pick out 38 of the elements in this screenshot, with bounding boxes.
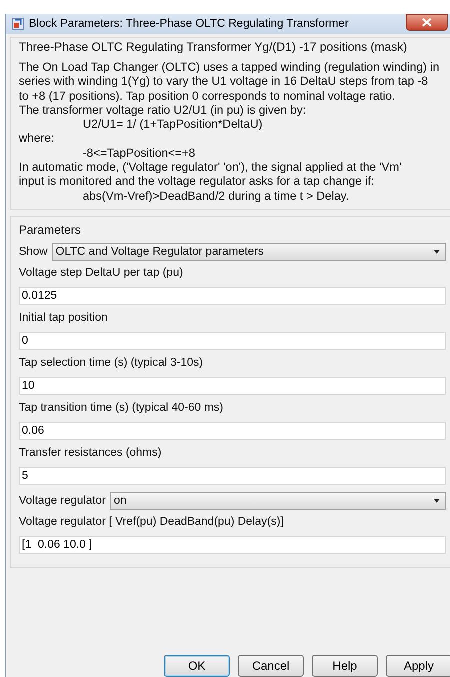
parameter-label: Voltage regulator (19, 494, 106, 507)
input-field[interactable]: [1 0.06 10.0 ] (19, 536, 446, 554)
close-button[interactable] (406, 14, 448, 31)
description-line: -8<=TapPosition<=+8 (82, 146, 196, 160)
dialog-button[interactable]: Cancel (238, 655, 304, 677)
parameter-label: Voltage regulator [ Vref(pu) DeadBand(pu) Delay(s)] (19, 516, 285, 528)
description-line: series with winding 1(Yg) to vary the U1 voltage in 16 DeltaU steps from tap -8 (19, 74, 430, 89)
dialog-button[interactable]: Apply (386, 655, 450, 677)
description-line: U2/U1= 1/ (1+TapPosition*DeltaU) (82, 117, 264, 132)
parameter-label: Initial tap position (19, 312, 109, 324)
input-field[interactable]: 0.0125 (19, 286, 446, 305)
description-line: The transformer voltage ratio U2/U1 (in pu) is given by: (19, 102, 308, 118)
input-field[interactable]: 0 (19, 332, 446, 350)
description-line: input is monitored and the voltage regulator asks for a tap change if: (19, 174, 376, 189)
dialog-button[interactable]: Help (312, 655, 378, 677)
description-line: where: (19, 131, 56, 146)
dropdown[interactable]: OLTC and Voltage Regulator parameters (52, 242, 446, 261)
parameter-label: Show (19, 246, 48, 258)
dropdown[interactable]: on (110, 492, 446, 510)
parameter-label: Tap selection time (s) (typical 3-10s) (19, 356, 204, 369)
description-line: abs(Vm-Vref)>DeadBand/2 during a time t > Delay. (82, 188, 350, 203)
dropdown-arrow-icon (434, 498, 440, 503)
input-field[interactable]: 10 (19, 376, 446, 395)
input-field[interactable]: 5 (19, 466, 446, 485)
dropdown-arrow-icon (434, 250, 440, 254)
window-title: Block Parameters: Three-Phase OLTC Regulating Transformer (29, 18, 349, 30)
parameters-title: Parameters (19, 222, 82, 237)
parameter-label: Tap transition time (s) (typical 40-60 ms) (19, 402, 225, 414)
mask-title: Three-Phase OLTC Regulating Transformer Yg/(D1) -17 positions (mask) (19, 40, 408, 54)
description-line: In automatic mode, ('Voltage regulator' 'on'), the signal applied at the 'Vm' (19, 160, 403, 174)
parameter-label: Voltage step DeltaU per tap (pu) (19, 266, 184, 279)
block-icon (12, 18, 24, 30)
dialog-button[interactable]: OK (164, 655, 230, 677)
description-line: The On Load Tap Changer (OLTC) uses a tapped winding (regulation winding) in (19, 60, 441, 74)
description-line: to +8 (17 positions). Tap position 0 corresponds to nominal voltage ratio. (19, 88, 397, 103)
parameter-label: Transfer resistances (ohms) (19, 446, 163, 459)
input-field[interactable]: 0.06 (19, 422, 446, 440)
close-icon (422, 18, 432, 27)
